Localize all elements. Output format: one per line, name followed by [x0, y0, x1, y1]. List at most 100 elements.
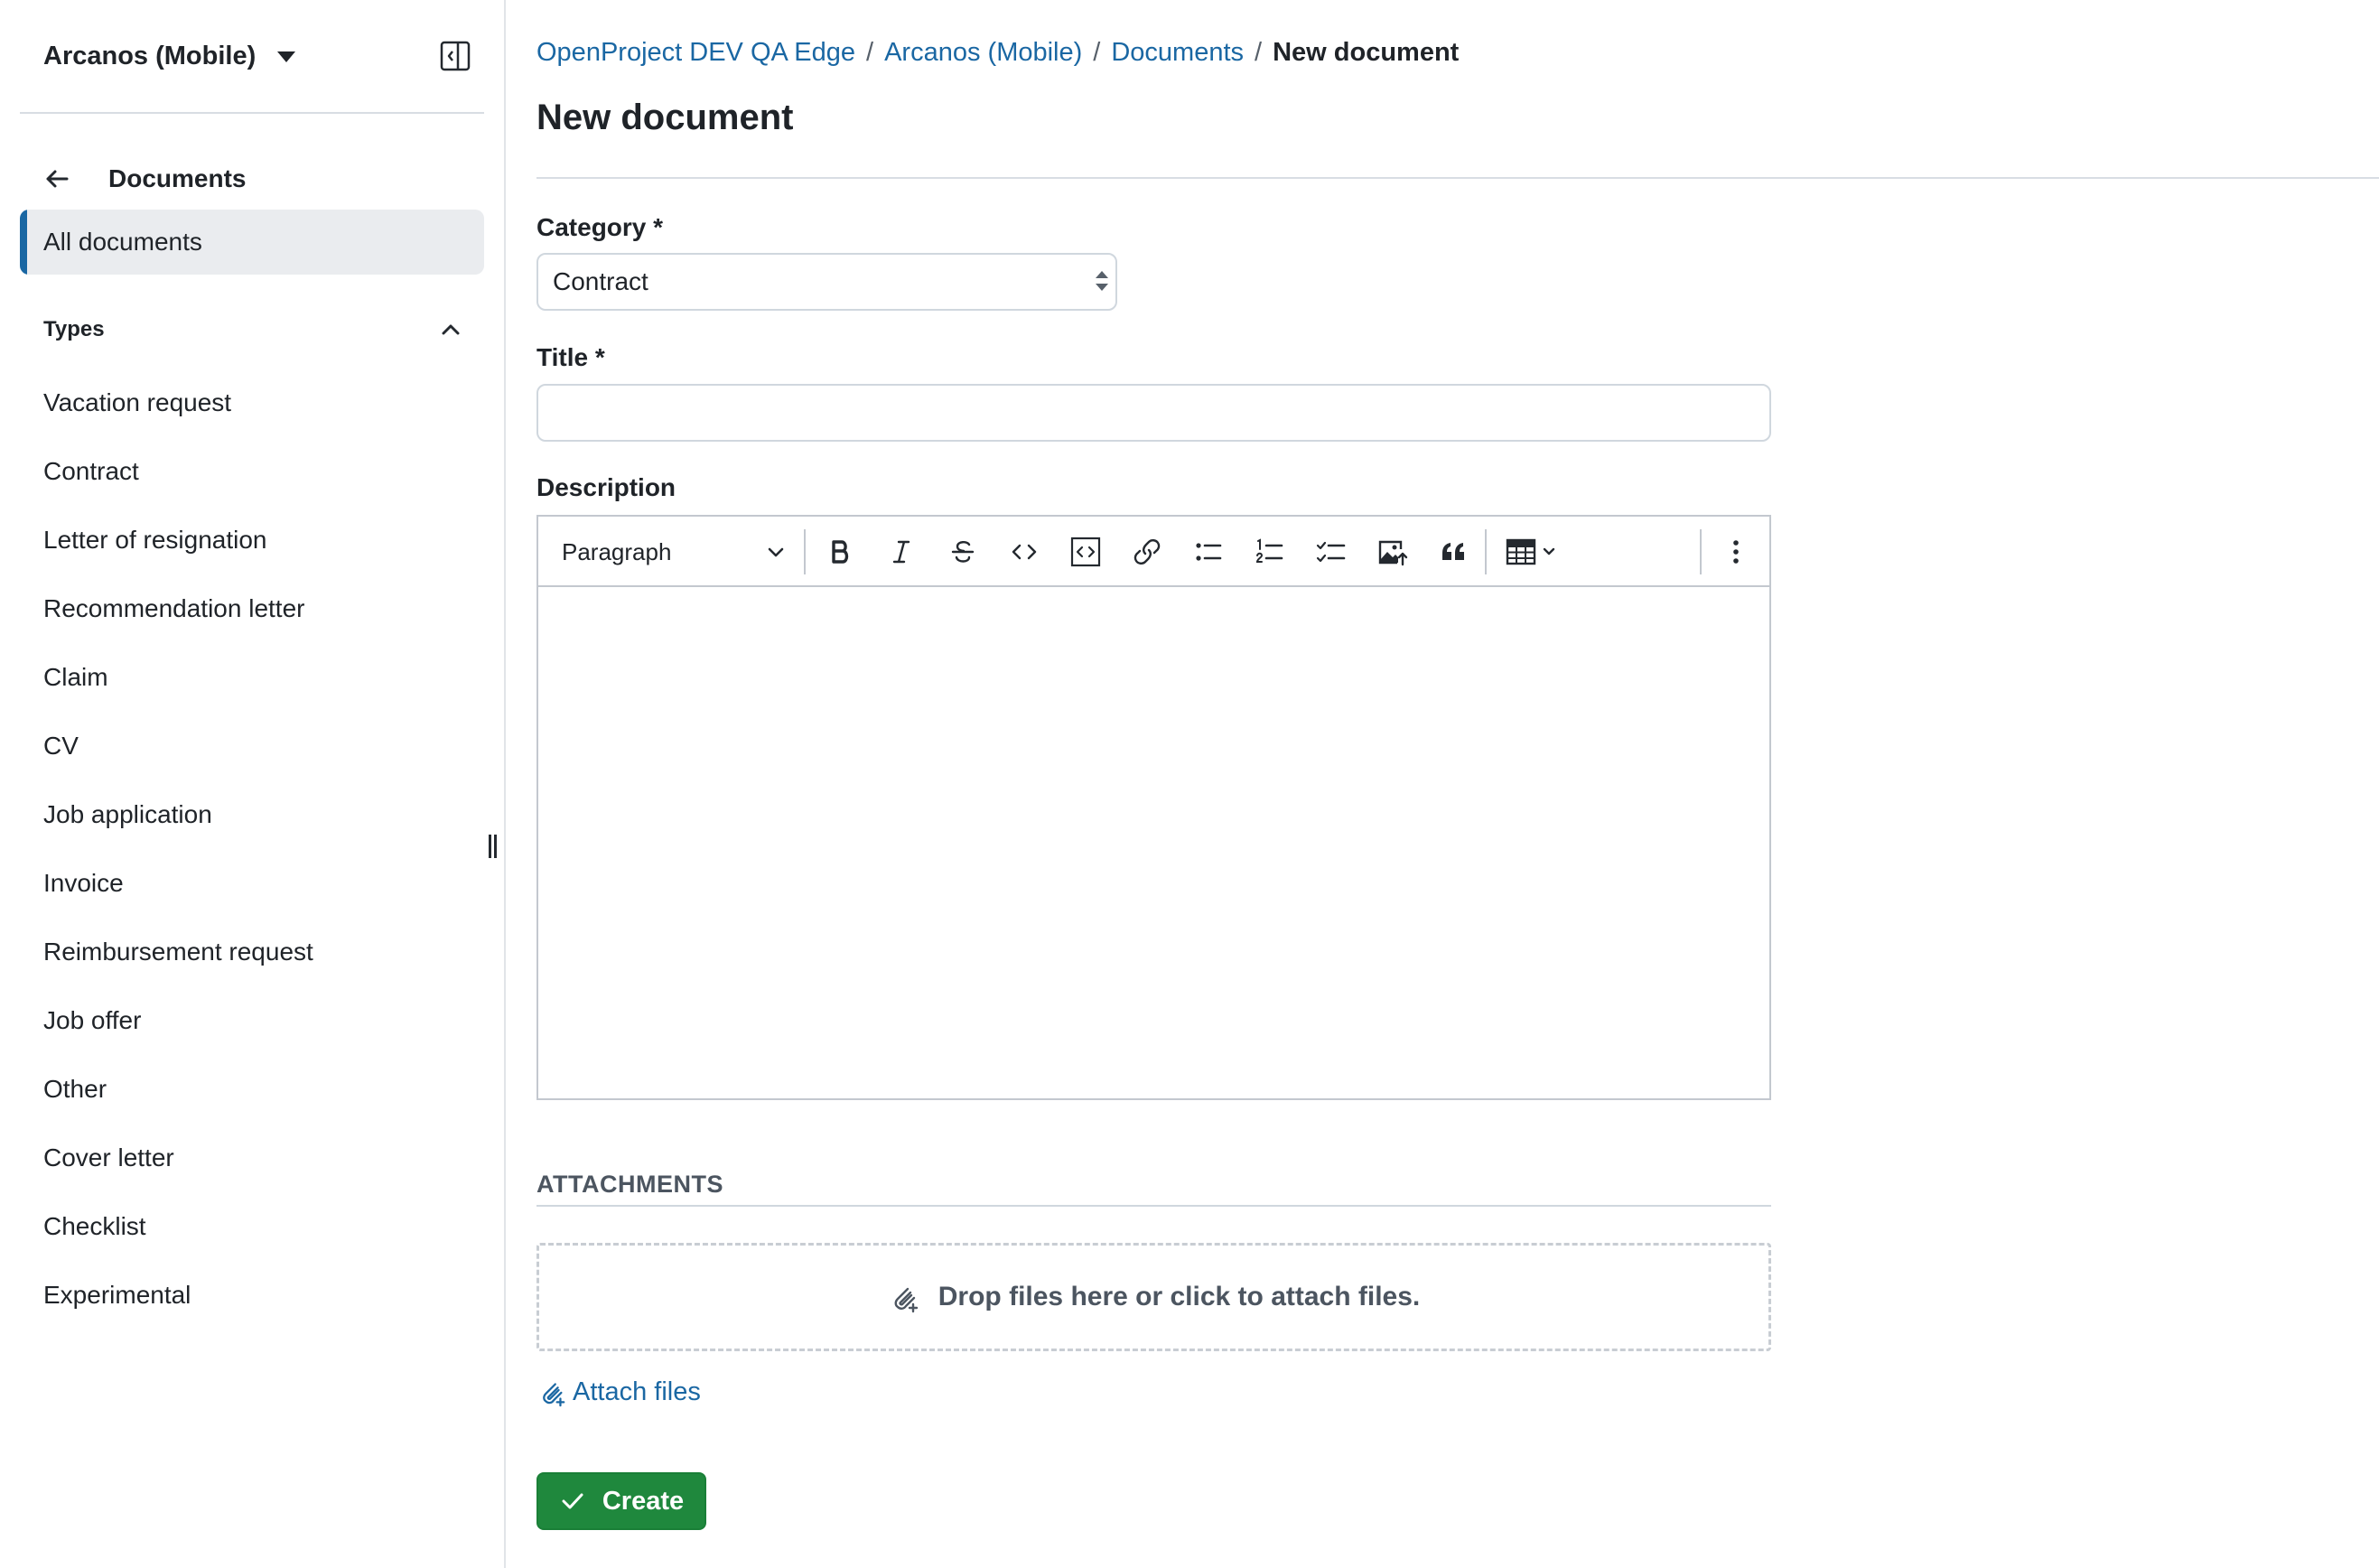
strikethrough-button[interactable]	[939, 529, 986, 574]
quote-button[interactable]	[1431, 529, 1478, 574]
attachments-header: ATTACHMENTS	[536, 1171, 723, 1198]
code-block-icon	[1070, 537, 1101, 567]
back-to-documents[interactable]: Documents	[20, 154, 484, 204]
sidebar-item-type[interactable]: Recommendation letter	[20, 574, 484, 643]
page-title: New document	[536, 98, 794, 137]
attachment-dropzone[interactable]: Drop files here or click to attach files…	[536, 1243, 1771, 1351]
breadcrumb-link[interactable]: Arcanos (Mobile)	[884, 38, 1082, 68]
quote-icon	[1442, 543, 1464, 560]
project-switcher[interactable]: Arcanos (Mobile)	[20, 27, 484, 85]
paperclip-add-icon	[894, 1287, 918, 1313]
attach-files-label: Attach files	[573, 1377, 701, 1406]
sidebar-item-label: Contract	[43, 457, 139, 485]
table-icon	[1506, 538, 1555, 565]
block-format-dropdown[interactable]: Paragraph	[549, 529, 802, 574]
category-label: Category *	[536, 213, 664, 241]
italic-button[interactable]	[878, 529, 925, 574]
sidebar-item-all-documents[interactable]: All documents	[20, 210, 484, 275]
sidebar-item-type[interactable]: Job offer	[20, 986, 484, 1055]
title-divider	[536, 177, 2379, 179]
bold-icon	[832, 540, 849, 564]
check-icon	[562, 1493, 583, 1509]
todo-list-icon	[1316, 541, 1346, 563]
sidebar-item-label: Claim	[43, 663, 108, 691]
sidebar-section-title: Documents	[108, 164, 247, 192]
category-select[interactable]: Contract	[536, 253, 1117, 311]
toolbar-separator	[1700, 529, 1702, 574]
sidebar-resize-handle[interactable]	[488, 833, 499, 860]
breadcrumb-link[interactable]: Documents	[1111, 38, 1244, 68]
project-name[interactable]: Arcanos (Mobile)	[43, 42, 256, 71]
more-options-button[interactable]	[1712, 529, 1759, 574]
sidebar-item-type[interactable]: Reimbursement request	[20, 918, 484, 986]
image-upload-button[interactable]	[1369, 529, 1416, 574]
sidebar-item-label: Job offer	[43, 1006, 142, 1034]
sidebar-item-type[interactable]: Cover letter	[20, 1124, 484, 1192]
types-group-label: Types	[43, 317, 105, 341]
todo-list-button[interactable]	[1308, 529, 1355, 574]
image-upload-icon	[1378, 540, 1408, 566]
caret-down-icon[interactable]	[277, 51, 296, 62]
code-icon	[1012, 544, 1037, 560]
sidebar-item-label: Vacation request	[43, 388, 232, 416]
dropzone-text: Drop files here or click to attach files…	[938, 1282, 1421, 1311]
collapse-sidebar-icon[interactable]	[439, 40, 471, 72]
breadcrumb-link[interactable]: OpenProject DEV QA Edge	[536, 38, 855, 68]
more-vertical-icon	[1733, 540, 1739, 564]
sidebar-item-type[interactable]: CV	[20, 712, 484, 780]
code-block-button[interactable]	[1062, 529, 1109, 574]
bulleted-list-button[interactable]	[1185, 529, 1232, 574]
sidebar-item-label: Cover letter	[43, 1143, 174, 1171]
select-arrows-icon	[1096, 271, 1108, 293]
sidebar-item-type[interactable]: Invoice	[20, 849, 484, 918]
paperclip-add-icon	[543, 1383, 565, 1407]
arrow-left-icon[interactable]	[42, 163, 72, 194]
editor-content-area[interactable]	[538, 589, 1769, 1098]
numbered-list-icon	[1255, 538, 1283, 563]
sidebar-item-label: All documents	[43, 228, 202, 256]
table-button[interactable]	[1496, 529, 1568, 574]
sidebar: Arcanos (Mobile) Documents All documents…	[0, 0, 506, 1568]
toolbar-separator	[804, 529, 806, 574]
sidebar-divider	[20, 112, 484, 114]
sidebar-item-type[interactable]: Letter of resignation	[20, 506, 484, 574]
block-format-value: Paragraph	[562, 537, 672, 565]
types-group-toggle[interactable]: Types	[20, 307, 484, 352]
breadcrumb-separator: /	[866, 38, 874, 67]
sidebar-item-label: Reimbursement request	[43, 938, 313, 966]
sidebar-item-type[interactable]: Other	[20, 1055, 484, 1124]
link-button[interactable]	[1124, 529, 1171, 574]
sidebar-item-label: Invoice	[43, 869, 124, 897]
title-input[interactable]	[536, 384, 1771, 442]
category-select-value: Contract	[553, 267, 648, 295]
italic-icon	[892, 540, 910, 564]
breadcrumb: OpenProject DEV QA Edge / Arcanos (Mobil…	[536, 38, 1459, 68]
editor-toolbar: Paragraph	[538, 517, 1769, 587]
sidebar-item-type[interactable]: Vacation request	[20, 369, 484, 437]
sidebar-item-type[interactable]: Contract	[20, 437, 484, 506]
title-label: Title *	[536, 343, 605, 371]
sidebar-item-label: Recommendation letter	[43, 594, 305, 622]
breadcrumb-separator: /	[1255, 38, 1263, 67]
sidebar-item-label: Letter of resignation	[43, 526, 267, 554]
sidebar-item-type[interactable]: Checklist	[20, 1192, 484, 1261]
breadcrumb-separator: /	[1093, 38, 1101, 67]
create-button[interactable]: Create	[536, 1472, 706, 1530]
sidebar-item-type[interactable]: Claim	[20, 643, 484, 712]
description-label: Description	[536, 473, 676, 501]
chevron-up-icon[interactable]	[437, 316, 464, 343]
breadcrumb-current: New document	[1273, 38, 1460, 67]
bulleted-list-icon	[1196, 543, 1222, 561]
toolbar-separator	[1485, 529, 1487, 574]
sidebar-item-label: CV	[43, 732, 79, 760]
description-editor: Paragraph	[536, 515, 1771, 1100]
numbered-list-button[interactable]	[1246, 529, 1293, 574]
attachments-divider	[536, 1205, 1771, 1207]
attach-files-link[interactable]: Attach files	[536, 1377, 701, 1407]
bold-button[interactable]	[816, 529, 863, 574]
sidebar-item-type[interactable]: Job application	[20, 780, 484, 849]
code-button[interactable]	[1001, 529, 1048, 574]
sidebar-item-label: Checklist	[43, 1212, 146, 1240]
sidebar-item-label: Other	[43, 1075, 107, 1103]
sidebar-item-type[interactable]: Experimental	[20, 1261, 484, 1330]
